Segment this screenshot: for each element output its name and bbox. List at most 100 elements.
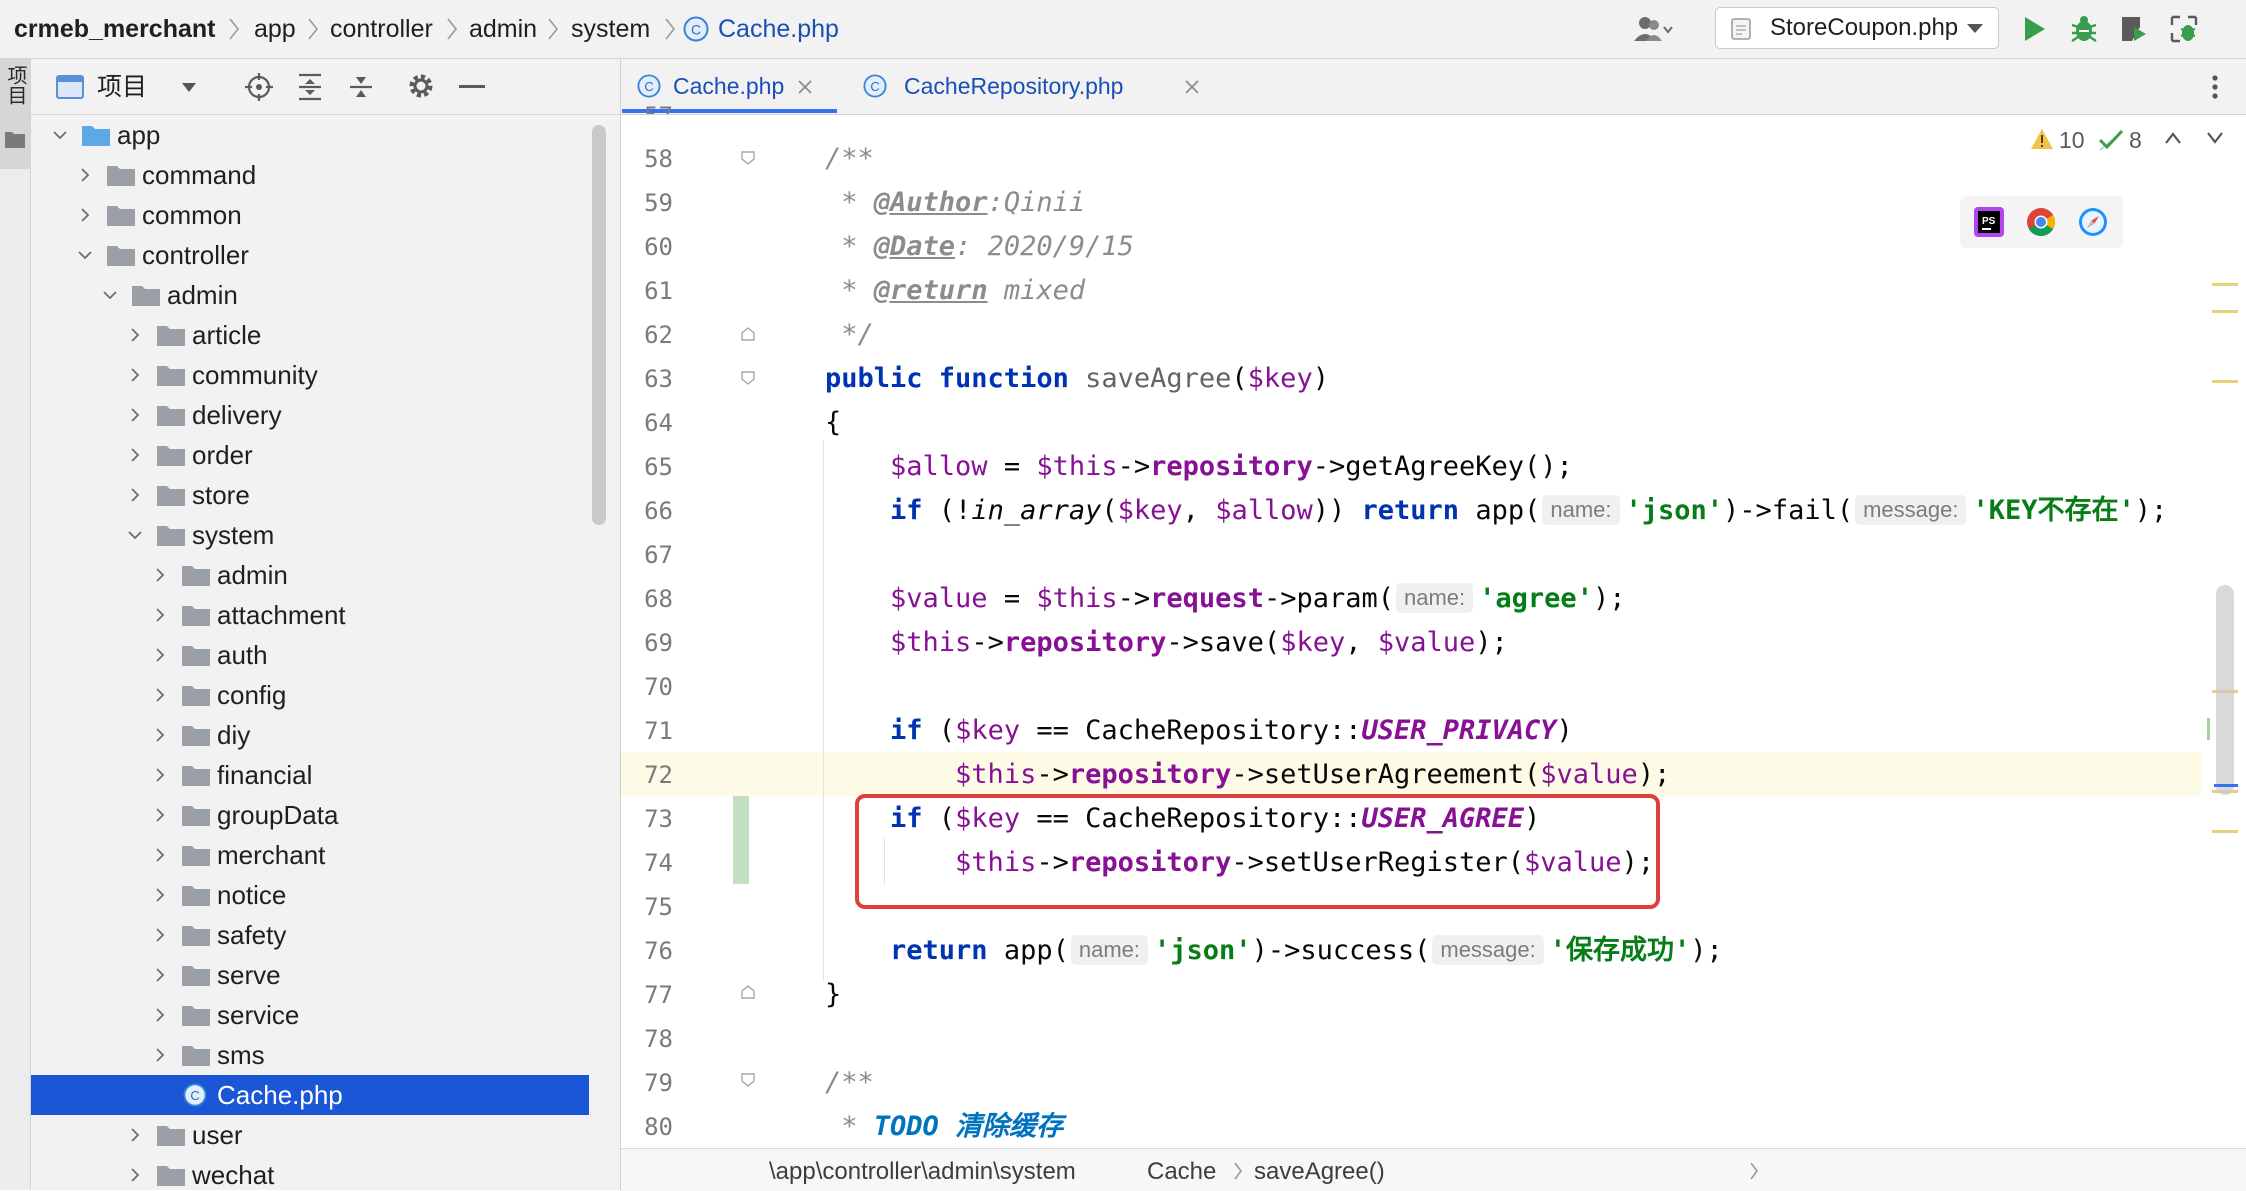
code-line-71[interactable]: if ($key == CacheRepository::USER_PRIVAC… [825,709,1573,753]
code-line-58[interactable]: /** [825,137,874,181]
chevron-right-icon[interactable] [127,407,143,423]
tree-item-folder[interactable]: delivery [31,395,589,435]
warning-icon[interactable] [2030,128,2054,150]
fold-marker-icon[interactable] [740,1072,756,1088]
tree-item-folder[interactable]: notice [31,875,589,915]
tree-item-folder[interactable]: merchant [31,835,589,875]
code-line-76[interactable]: return app(name:'json')->success(message… [825,929,1723,973]
code-line-65[interactable]: $allow = $this->repository->getAgreeKey(… [825,445,1573,489]
chevron-right-icon[interactable] [127,487,143,503]
tree-item-folder[interactable]: safety [31,915,589,955]
chevron-right-icon[interactable] [77,167,93,183]
check-icon[interactable] [2098,128,2124,152]
tree-item-folder[interactable]: auth [31,635,589,675]
tree-item-folder[interactable]: admin [31,275,589,315]
chevron-right-icon[interactable] [152,767,168,783]
tree-item-folder[interactable]: app [31,115,589,155]
breadcrumb-controller[interactable]: controller [330,14,433,44]
tree-item-folder[interactable]: wechat [31,1155,589,1190]
tree-item-folder[interactable]: article [31,315,589,355]
chevron-down-icon[interactable] [127,527,143,543]
phpstorm-icon[interactable]: PS [1974,207,2004,237]
chevron-right-icon[interactable] [152,967,168,983]
chevron-up-icon[interactable] [2164,131,2182,145]
tree-scrollbar[interactable] [592,125,606,525]
tree-item-folder[interactable]: admin [31,555,589,595]
chevron-right-icon[interactable] [152,607,168,623]
run-config-selector[interactable]: StoreCoupon.php [1715,7,1999,49]
chevron-right-icon[interactable] [152,567,168,583]
status-class[interactable]: Cache [1147,1158,1216,1186]
tree-item-folder[interactable]: user [31,1115,589,1155]
code-line-72[interactable]: $this->repository->setUserAgreement($val… [825,753,1670,797]
tree-item-folder[interactable]: diy [31,715,589,755]
chevron-right-icon[interactable] [127,1167,143,1183]
tree-item-folder[interactable]: order [31,435,589,475]
status-method[interactable]: saveAgree() [1254,1158,1385,1186]
chevron-right-icon[interactable] [152,687,168,703]
tree-item-folder[interactable]: system [31,515,589,555]
code-line-80[interactable]: * TODO 清除缓存 [825,1105,1063,1149]
vcs-user-icon[interactable] [1633,13,1673,45]
locate-icon[interactable] [244,72,274,102]
fold-marker-icon[interactable] [740,370,756,386]
breadcrumb-app[interactable]: app [254,14,296,44]
tree-item-folder[interactable]: serve [31,955,589,995]
close-icon[interactable] [797,79,813,95]
breadcrumb-admin[interactable]: admin [469,14,537,44]
code-line-69[interactable]: $this->repository->save($key, $value); [825,621,1508,665]
fold-marker-icon[interactable] [740,984,756,1000]
tree-item-folder[interactable]: financial [31,755,589,795]
code-line-68[interactable]: $value = $this->request->param(name:'agr… [825,577,1625,621]
chevron-down-icon[interactable] [52,127,68,143]
chevron-down-icon[interactable] [181,82,197,93]
ok-count[interactable]: 8 [2129,126,2142,154]
code-line-79[interactable]: /** [825,1061,874,1105]
chevron-right-icon[interactable] [152,647,168,663]
tree-item-folder[interactable]: service [31,995,589,1035]
chevron-right-icon[interactable] [152,847,168,863]
tab-cacherepository-php[interactable]: C CacheRepository.php [849,59,1199,114]
status-namespace[interactable]: \app\controller\admin\system [769,1158,1076,1186]
coverage-icon[interactable] [2118,13,2150,45]
chevron-right-icon[interactable] [152,727,168,743]
chevron-right-icon[interactable] [152,927,168,943]
chevron-down-icon[interactable] [77,247,93,263]
tree-item-folder[interactable]: attachment [31,595,589,635]
tree-item-folder[interactable]: community [31,355,589,395]
chevron-right-icon[interactable] [127,367,143,383]
chevron-right-icon[interactable] [77,207,93,223]
code-line-77[interactable]: } [825,973,841,1017]
tree-item-folder[interactable]: controller [31,235,589,275]
tree-item-folder[interactable]: store [31,475,589,515]
breadcrumb-project[interactable]: crmeb_merchant [14,14,215,44]
warnings-count[interactable]: 10 [2059,126,2085,154]
chevron-right-icon[interactable] [127,447,143,463]
safari-icon[interactable] [2078,207,2108,237]
chevron-down-icon[interactable] [102,287,118,303]
gear-icon[interactable] [406,71,436,101]
tree-item-file[interactable]: C Cache.php [31,1075,589,1115]
chevron-right-icon[interactable] [127,1127,143,1143]
chevron-right-icon[interactable] [127,327,143,343]
fold-marker-icon[interactable] [740,150,756,166]
code-line-66[interactable]: if (!in_array($key, $allow)) return app(… [825,489,2167,533]
editor-scrollbar[interactable] [2216,585,2234,795]
more-options-icon[interactable] [2211,73,2219,101]
code-line-62[interactable]: */ [825,313,874,357]
close-icon[interactable] [1184,79,1200,95]
profile-icon[interactable] [2168,13,2200,45]
code-line-63[interactable]: public function saveAgree($key) [825,357,1329,401]
chrome-icon[interactable] [2026,207,2056,237]
code-line-64[interactable]: { [825,401,841,445]
tree-item-folder[interactable]: common [31,195,589,235]
chevron-right-icon[interactable] [152,887,168,903]
breadcrumb-file[interactable]: Cache.php [718,14,839,44]
minimize-icon[interactable] [459,85,485,89]
debug-icon[interactable] [2068,13,2100,45]
tree-item-folder[interactable]: config [31,675,589,715]
run-icon[interactable] [2018,13,2050,45]
breadcrumb-system[interactable]: system [571,14,650,44]
chevron-right-icon[interactable] [152,1047,168,1063]
project-panel-title[interactable]: 项目 [97,72,147,102]
